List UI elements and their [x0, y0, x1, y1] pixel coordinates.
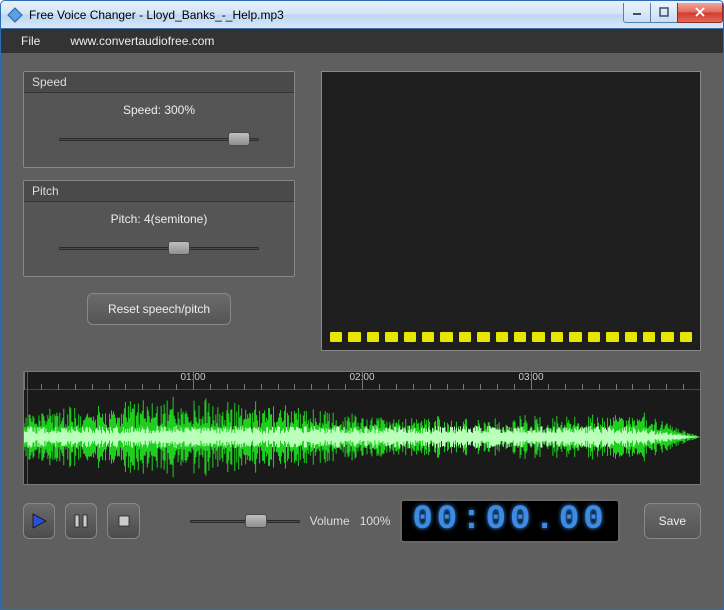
save-button[interactable]: Save [644, 503, 701, 539]
pitch-panel-title: Pitch [24, 181, 294, 202]
speed-panel: Speed Speed: 300% [23, 71, 295, 168]
play-button[interactable] [23, 503, 55, 539]
reset-button[interactable]: Reset speech/pitch [87, 293, 231, 325]
pitch-panel: Pitch Pitch: 4(semitone) [23, 180, 295, 277]
maximize-button[interactable] [650, 3, 678, 23]
spectrum-bars [330, 332, 692, 342]
minimize-button[interactable] [623, 3, 651, 23]
volume-slider-thumb[interactable] [245, 514, 267, 528]
menu-file[interactable]: File [21, 34, 40, 48]
time-ruler: 01:00 02:00 03:00 [24, 372, 700, 390]
speed-slider[interactable] [59, 129, 259, 149]
volume-label: Volume [310, 514, 350, 528]
waveform-area[interactable]: 01:00 02:00 03:00 [23, 371, 701, 485]
pitch-slider[interactable] [59, 238, 259, 258]
volume-value: 100% [360, 514, 391, 528]
speed-panel-title: Speed [24, 72, 294, 93]
window-title: Free Voice Changer - Lloyd_Banks_-_Help.… [29, 8, 624, 22]
close-button[interactable] [677, 3, 723, 23]
volume-slider[interactable] [190, 511, 300, 531]
time-display: 00:00.00 [400, 499, 619, 543]
menubar: File www.convertaudiofree.com [1, 29, 723, 53]
pause-button[interactable] [65, 503, 97, 539]
stop-button[interactable] [107, 503, 139, 539]
app-icon [7, 7, 23, 23]
speed-value-text: Speed: 300% [40, 103, 278, 117]
pitch-slider-thumb[interactable] [168, 241, 190, 255]
speed-slider-thumb[interactable] [228, 132, 250, 146]
pitch-value-text: Pitch: 4(semitone) [40, 212, 278, 226]
waveform [24, 390, 700, 484]
titlebar[interactable]: Free Voice Changer - Lloyd_Banks_-_Help.… [1, 1, 723, 29]
menu-site-link[interactable]: www.convertaudiofree.com [70, 34, 214, 48]
spectrum-visualizer [321, 71, 701, 351]
